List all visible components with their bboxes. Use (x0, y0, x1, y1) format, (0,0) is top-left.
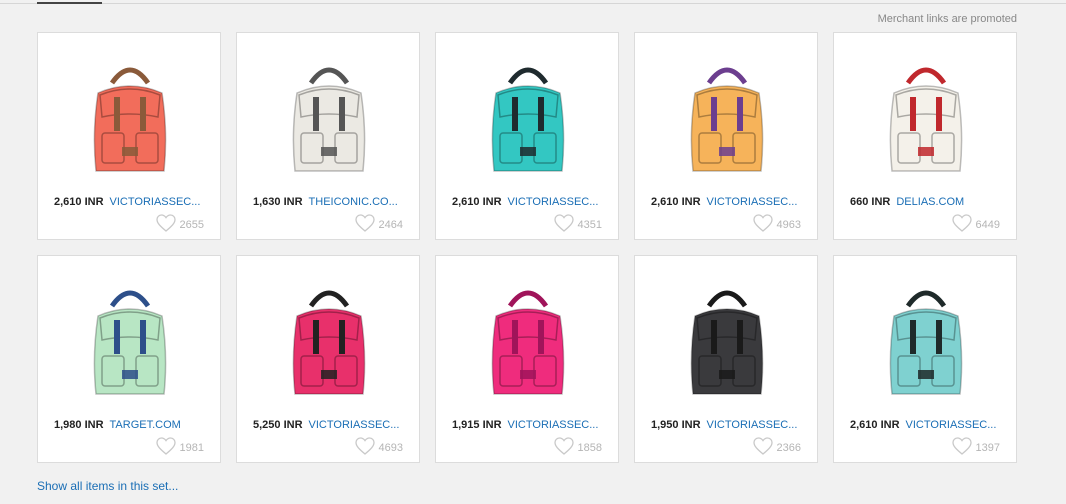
product-image-pink-striped-backpack[interactable] (257, 268, 401, 414)
price: 1,980 INR (54, 419, 104, 431)
price: 2,610 INR (651, 196, 701, 208)
product-image-hot-pink-backpack[interactable] (456, 268, 600, 414)
like-count: 1397 (975, 441, 1000, 454)
merchant-link[interactable]: THEICONIC.CO... (309, 196, 398, 208)
product-card[interactable]: 1,950 INR VICTORIASSEC... 2366 (634, 255, 818, 463)
like-count: 4963 (776, 218, 801, 231)
like-control[interactable]: 2366 (752, 437, 801, 458)
product-card[interactable]: 2,610 INR VICTORIASSEC... 1397 (833, 255, 1017, 463)
show-all-items-link[interactable]: Show all items in this set... (37, 479, 178, 493)
like-count: 1858 (577, 441, 602, 454)
like-control[interactable]: 1981 (155, 437, 204, 458)
like-control[interactable]: 6449 (951, 214, 1000, 235)
merchant-link[interactable]: VICTORIASSEC... (508, 196, 599, 208)
like-control[interactable]: 4963 (752, 214, 801, 235)
product-card[interactable]: 5,250 INR VICTORIASSEC... 4693 (236, 255, 420, 463)
product-card[interactable]: 660 INR DELIAS.COM 6449 (833, 32, 1017, 240)
heart-icon[interactable] (155, 437, 176, 458)
price: 5,250 INR (253, 419, 303, 431)
price-line: 1,630 INR THEICONIC.CO... (253, 196, 411, 208)
heart-icon[interactable] (354, 214, 375, 235)
merchant-link[interactable]: DELIAS.COM (896, 196, 964, 208)
active-tab-indicator (37, 2, 102, 4)
product-image-bird-print-backpack[interactable] (58, 268, 202, 414)
heart-icon[interactable] (752, 437, 773, 458)
price-line: 1,915 INR VICTORIASSEC... (452, 419, 610, 431)
price-line: 2,610 INR VICTORIASSEC... (452, 196, 610, 208)
like-count: 4693 (378, 441, 403, 454)
heart-icon[interactable] (752, 214, 773, 235)
like-control[interactable]: 2655 (155, 214, 204, 235)
price: 1,915 INR (452, 419, 502, 431)
heart-icon[interactable] (553, 437, 574, 458)
price-line: 2,610 INR VICTORIASSEC... (54, 196, 212, 208)
price: 2,610 INR (54, 196, 104, 208)
top-divider (0, 3, 1066, 4)
merchant-link[interactable]: VICTORIASSEC... (110, 196, 201, 208)
product-card[interactable]: 2,610 INR VICTORIASSEC... 2655 (37, 32, 221, 240)
product-image-union-jack-backpack[interactable] (854, 45, 998, 191)
like-count: 6449 (975, 218, 1000, 231)
promo-notice: Merchant links are promoted (877, 13, 1017, 25)
merchant-link[interactable]: VICTORIASSEC... (707, 196, 798, 208)
price-line: 2,610 INR VICTORIASSEC... (651, 196, 809, 208)
product-image-leopard-backpack[interactable] (854, 268, 998, 414)
heart-icon[interactable] (354, 437, 375, 458)
like-control[interactable]: 4351 (553, 214, 602, 235)
product-card[interactable]: 2,610 INR VICTORIASSEC... 4351 (435, 32, 619, 240)
heart-icon[interactable] (951, 437, 972, 458)
product-card[interactable]: 1,915 INR VICTORIASSEC... 1858 (435, 255, 619, 463)
merchant-link[interactable]: VICTORIASSEC... (508, 419, 599, 431)
product-image-white-studded-backpack[interactable] (257, 45, 401, 191)
product-image-coral-backpack[interactable] (58, 45, 202, 191)
product-image-palm-print-backpack[interactable] (655, 45, 799, 191)
product-card[interactable]: 2,610 INR VICTORIASSEC... 4963 (634, 32, 818, 240)
like-count: 2655 (179, 218, 204, 231)
merchant-link[interactable]: VICTORIASSEC... (707, 419, 798, 431)
price-line: 2,610 INR VICTORIASSEC... (850, 419, 1008, 431)
like-control[interactable]: 1858 (553, 437, 602, 458)
price-line: 1,950 INR VICTORIASSEC... (651, 419, 809, 431)
product-image-black-backpack[interactable] (655, 268, 799, 414)
like-count: 4351 (577, 218, 602, 231)
product-card[interactable]: 1,980 INR TARGET.COM 1981 (37, 255, 221, 463)
price: 1,630 INR (253, 196, 303, 208)
like-count: 2464 (378, 218, 403, 231)
like-control[interactable]: 2464 (354, 214, 403, 235)
like-count: 2366 (776, 441, 801, 454)
price-line: 1,980 INR TARGET.COM (54, 419, 212, 431)
merchant-link[interactable]: VICTORIASSEC... (906, 419, 997, 431)
product-card[interactable]: 1,630 INR THEICONIC.CO... 2464 (236, 32, 420, 240)
like-control[interactable]: 1397 (951, 437, 1000, 458)
heart-icon[interactable] (553, 214, 574, 235)
product-image-turquoise-striped-backpack[interactable] (456, 45, 600, 191)
heart-icon[interactable] (155, 214, 176, 235)
price-line: 660 INR DELIAS.COM (850, 196, 1008, 208)
heart-icon[interactable] (951, 214, 972, 235)
price: 2,610 INR (850, 419, 900, 431)
product-grid: 2,610 INR VICTORIASSEC... 2655 1,630 INR TH… (37, 32, 1017, 463)
price: 1,950 INR (651, 419, 701, 431)
price: 660 INR (850, 196, 891, 208)
like-control[interactable]: 4693 (354, 437, 403, 458)
like-count: 1981 (179, 441, 204, 454)
merchant-link[interactable]: VICTORIASSEC... (309, 419, 400, 431)
price: 2,610 INR (452, 196, 502, 208)
price-line: 5,250 INR VICTORIASSEC... (253, 419, 411, 431)
merchant-link[interactable]: TARGET.COM (110, 419, 181, 431)
